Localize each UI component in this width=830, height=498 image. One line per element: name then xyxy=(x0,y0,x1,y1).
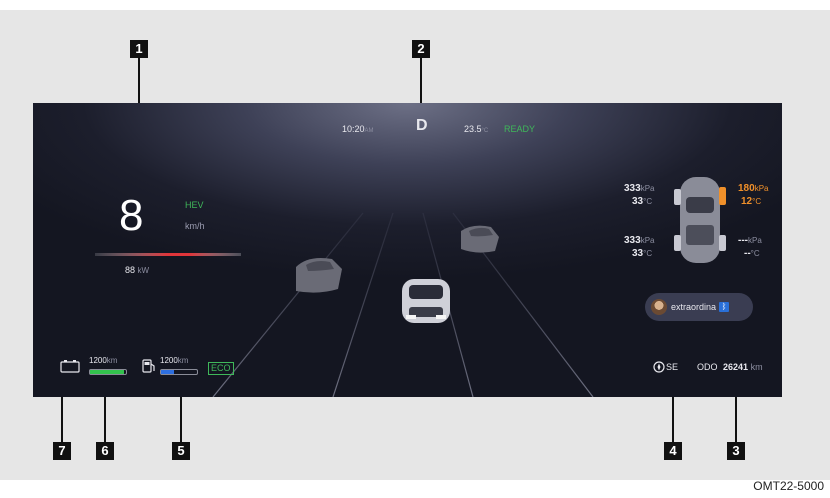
callout-7: 7 xyxy=(53,442,71,460)
nearby-vehicle-left xyxy=(296,258,342,293)
tire-rear-left-icon xyxy=(674,235,681,251)
tire-rear-right-pressure: ---kPa xyxy=(738,235,762,246)
power-bar xyxy=(95,253,241,256)
callout-6: 6 xyxy=(96,442,114,460)
bluetooth-icon: ᛒ xyxy=(719,302,730,312)
fuel-pump-icon xyxy=(142,359,155,373)
ready-status: READY xyxy=(504,124,536,134)
tire-front-left-icon xyxy=(674,189,681,205)
fuel-level-bar xyxy=(160,369,198,375)
battery-icon xyxy=(60,360,80,373)
tire-front-right-warning-icon xyxy=(719,187,726,205)
tire-rear-right-temp: --°C xyxy=(744,248,760,259)
callout-5: 5 xyxy=(172,442,190,460)
battery-level-bar xyxy=(89,369,127,375)
media-widget[interactable]: extraordina ᛒ xyxy=(645,293,753,321)
power-meter xyxy=(95,253,241,256)
eco-mode-badge: ECO xyxy=(208,362,234,375)
tire-front-right-pressure: 180kPa xyxy=(738,183,769,194)
power-readout: 88 kW xyxy=(125,265,150,275)
compass-direction: SE xyxy=(666,362,679,372)
instrument-cluster-screen: 10:20AM D 23.5°C READY 8 HEV km/h 88 kW xyxy=(33,103,782,397)
tire-rear-left-temp: 33°C xyxy=(632,248,653,259)
battery-level-fill xyxy=(90,370,125,374)
tire-front-left-pressure: 333kPa xyxy=(624,183,655,194)
outside-temperature: 23.5°C xyxy=(464,124,489,134)
tire-front-right-temp: 12°C xyxy=(741,196,762,207)
callout-4: 4 xyxy=(664,442,682,460)
tire-rear-right-icon xyxy=(719,235,726,251)
gear-indicator: D xyxy=(416,117,428,134)
callout-2: 2 xyxy=(412,40,430,58)
clock: 10:20AM xyxy=(342,124,374,134)
media-track-title: extraordina xyxy=(671,302,717,312)
callout-3: 3 xyxy=(727,442,745,460)
tire-front-left-temp: 33°C xyxy=(632,196,653,207)
own-vehicle xyxy=(402,279,450,323)
compass-icon xyxy=(653,361,665,373)
odometer: ODO 26241 km xyxy=(697,362,763,372)
lane-line xyxy=(332,212,394,397)
fuel-level-fill xyxy=(161,370,174,374)
fuel-range: 1200km xyxy=(160,356,189,365)
user-avatar-icon xyxy=(651,299,667,315)
figure-code: OMT22-5000 xyxy=(753,479,824,493)
callout-1: 1 xyxy=(130,40,148,58)
battery-range: 1200km xyxy=(89,356,118,365)
tire-status-vehicle-icon xyxy=(674,177,726,263)
tire-rear-left-pressure: 333kPa xyxy=(624,235,655,246)
nearby-vehicle-right xyxy=(461,225,499,253)
